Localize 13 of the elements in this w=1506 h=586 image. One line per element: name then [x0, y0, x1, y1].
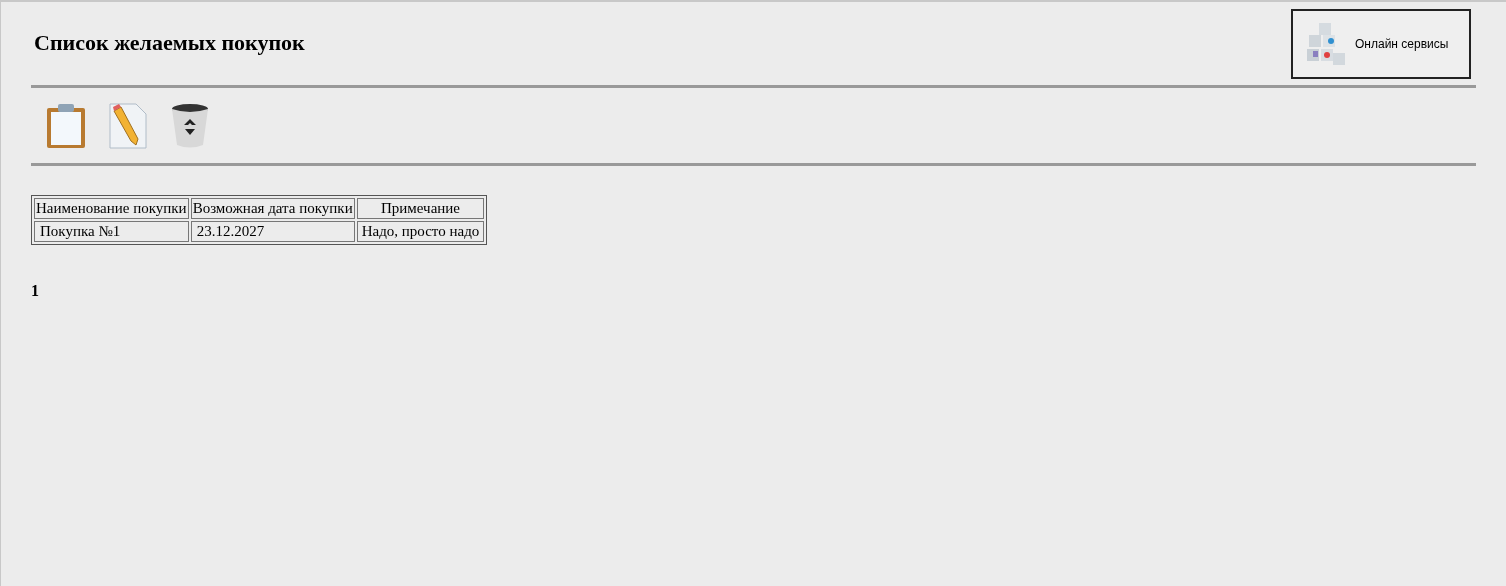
page-title: Список желаемых покупок: [34, 29, 305, 57]
cubes-icon: [1305, 21, 1347, 67]
table-cell: Покупка №1: [34, 221, 189, 242]
column-header: Примечание: [356, 198, 485, 219]
table-cell: 23.12.2027: [190, 221, 355, 242]
column-header: Возможная дата покупки: [190, 198, 355, 219]
clipboard-icon[interactable]: [46, 102, 86, 149]
pencil-document-icon[interactable]: [108, 102, 148, 149]
page-number[interactable]: 1: [31, 279, 39, 303]
recycle-bin-icon[interactable]: [170, 102, 210, 149]
column-header: Наименование покупки: [34, 198, 189, 219]
table-cell: Надо, просто надо: [356, 221, 485, 242]
online-services-button[interactable]: Онлайн сервисы: [1291, 9, 1471, 79]
